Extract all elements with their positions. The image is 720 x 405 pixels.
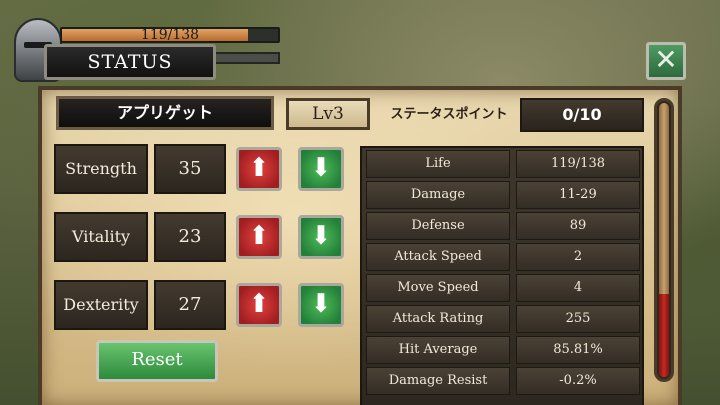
strength-increase-button[interactable]: ⬆ [236,147,282,191]
dexterity-decrease-button[interactable]: ⬇ [298,283,344,327]
table-value: 85.81% [516,336,640,364]
status-panel: アプリゲット Lv3 ステータスポイント 0/10 Strength 35 ⬆ … [38,86,682,405]
table-row: Move Speed 4 [366,274,640,302]
status-gauge [214,52,280,64]
table-row: Attack Rating 255 [366,305,640,333]
hp-text: 119/138 [140,27,200,43]
hp-bar: 119/138 [60,27,280,43]
experience-gauge-fill [659,293,669,377]
status-points-label: ステータスポイント [390,107,508,122]
derived-stats-table: Life 119/138 Damage 11-29 Defense 89 Att… [360,146,644,405]
arrow-up-icon: ⬆ [248,153,270,183]
table-label: Hit Average [366,336,510,364]
table-label: Attack Rating [366,305,510,333]
stat-row-vitality: Vitality 23 ⬆ ⬇ [54,212,344,262]
status-points-value: 0/10 [520,98,644,132]
table-value: -0.2% [516,367,640,395]
experience-gauge [654,98,674,382]
table-value: 119/138 [516,150,640,178]
vitality-decrease-button[interactable]: ⬇ [298,215,344,259]
table-value: 11-29 [516,181,640,209]
status-title: STATUS [44,44,216,80]
table-value: 255 [516,305,640,333]
arrow-down-icon: ⬇ [310,153,332,183]
stat-name: Vitality [54,212,148,262]
table-label: Attack Speed [366,243,510,271]
table-row: Hit Average 85.81% [366,336,640,364]
stat-value: 27 [154,280,226,330]
table-row: Damage Resist -0.2% [366,367,640,395]
table-label: Damage [366,181,510,209]
stat-name: Dexterity [54,280,148,330]
stat-row-strength: Strength 35 ⬆ ⬇ [54,144,344,194]
arrow-down-icon: ⬇ [310,289,332,319]
table-row: Life 119/138 [366,150,640,178]
level-badge: Lv3 [286,98,370,130]
arrow-down-icon: ⬇ [310,221,332,251]
character-name: アプリゲット [56,96,274,130]
stat-row-dexterity: Dexterity 27 ⬆ ⬇ [54,280,344,330]
dexterity-increase-button[interactable]: ⬆ [236,283,282,327]
reset-button[interactable]: Reset [96,340,218,382]
stat-name: Strength [54,144,148,194]
arrow-up-icon: ⬆ [248,289,270,319]
vitality-increase-button[interactable]: ⬆ [236,215,282,259]
arrow-up-icon: ⬆ [248,221,270,251]
close-icon: ✕ [654,43,678,76]
strength-decrease-button[interactable]: ⬇ [298,147,344,191]
table-row: Defense 89 [366,212,640,240]
table-label: Life [366,150,510,178]
table-value: 89 [516,212,640,240]
close-button[interactable]: ✕ [646,42,686,80]
table-row: Attack Speed 2 [366,243,640,271]
table-label: Damage Resist [366,367,510,395]
stat-value: 35 [154,144,226,194]
stat-value: 23 [154,212,226,262]
table-label: Move Speed [366,274,510,302]
table-value: 2 [516,243,640,271]
table-row: Damage 11-29 [366,181,640,209]
table-value: 4 [516,274,640,302]
table-label: Defense [366,212,510,240]
